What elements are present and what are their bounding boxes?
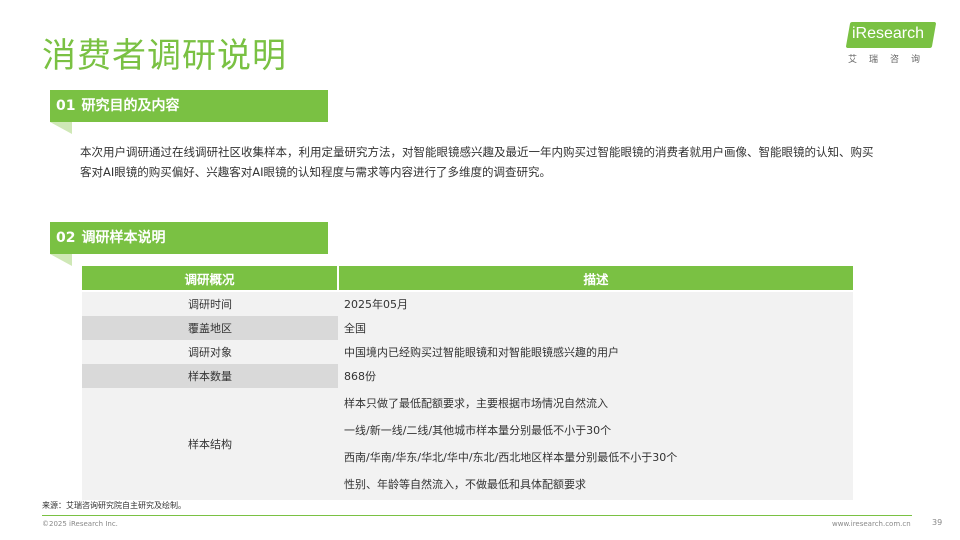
row-key: 样本数量 <box>82 364 338 388</box>
table-row: 覆盖地区 全国 <box>82 316 853 340</box>
row-key: 样本结构 <box>82 388 338 500</box>
row-value: 2025年05月 <box>338 291 853 316</box>
row-value: 全国 <box>338 316 853 340</box>
table-header-row: 调研概况 描述 <box>82 266 853 292</box>
structure-line: 性别、年龄等自然流入，不做最低和具体配额要求 <box>344 478 586 491</box>
row-key: 调研对象 <box>82 340 338 364</box>
iresearch-logo: iResearch 艾瑞咨询 <box>840 18 940 68</box>
row-value: 样本只做了最低配额要求，主要根据市场情况自然流入 一线/新一线/二线/其他城市样… <box>338 388 853 500</box>
section-fold-icon <box>50 254 72 266</box>
section-number: 01 <box>56 98 76 114</box>
page-number: 39 <box>932 518 943 527</box>
structure-line: 样本只做了最低配额要求，主要根据市场情况自然流入 <box>344 397 608 410</box>
structure-line: 西南/华南/华东/华北/华中/东北/西北地区样本量分别最低不小于30个 <box>344 451 678 464</box>
source-note: 来源：艾瑞咨询研究院自主研究及绘制。 <box>42 501 186 510</box>
table-row: 样本数量 868份 <box>82 364 853 388</box>
table-row: 样本结构 样本只做了最低配额要求，主要根据市场情况自然流入 一线/新一线/二线/… <box>82 388 853 500</box>
table-header-overview: 调研概况 <box>82 266 339 292</box>
section-label: 调研样本说明 <box>81 230 166 246</box>
section-header-purpose: 01 研究目的及内容 <box>50 90 328 122</box>
website-link[interactable]: www.iresearch.com.cn <box>832 520 911 528</box>
structure-line: 一线/新一线/二线/其他城市样本量分别最低不小于30个 <box>344 424 612 437</box>
row-value: 868份 <box>338 364 853 388</box>
section-label: 研究目的及内容 <box>81 98 180 114</box>
table-row: 调研时间 2025年05月 <box>82 291 853 316</box>
row-value: 中国境内已经购买过智能眼镜和对智能眼镜感兴趣的用户 <box>338 340 853 364</box>
logo-word: iResearch <box>852 25 925 42</box>
section-number: 02 <box>56 230 76 246</box>
page-title: 消费者调研说明 <box>42 36 287 76</box>
row-key: 覆盖地区 <box>82 316 338 340</box>
table-row: 调研对象 中国境内已经购买过智能眼镜和对智能眼镜感兴趣的用户 <box>82 340 853 364</box>
copyright: ©2025 iResearch Inc. <box>42 520 118 528</box>
logo-subtitle: 艾瑞咨询 <box>848 55 933 65</box>
research-purpose-text: 本次用户调研通过在线调研社区收集样本，利用定量研究方法，对智能眼镜感兴趣及最近一… <box>80 145 874 179</box>
table-header-description: 描述 <box>338 266 853 292</box>
footer-divider <box>42 515 912 516</box>
sample-table: 调研概况 描述 调研时间 2025年05月 覆盖地区 全国 调研对象 中国境内已… <box>82 266 853 500</box>
section-fold-icon <box>50 122 72 134</box>
row-key: 调研时间 <box>82 291 338 316</box>
section-header-sample: 02 调研样本说明 <box>50 222 328 254</box>
